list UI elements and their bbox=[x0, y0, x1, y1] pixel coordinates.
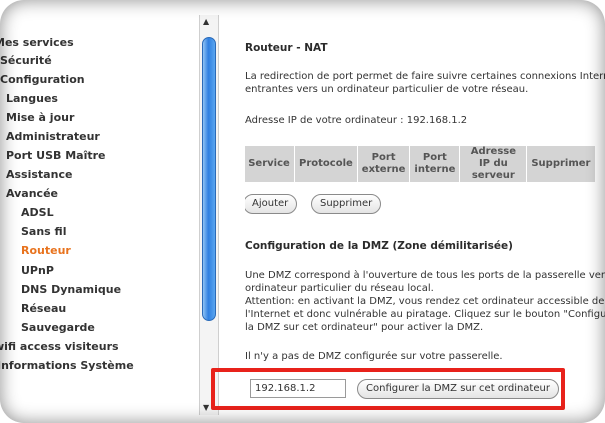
nav-item-routeur[interactable]: Routeur bbox=[21, 244, 71, 257]
nav-item-informations-systeme[interactable]: Informations Système bbox=[0, 359, 134, 372]
dmz-description-line-3: Attention: en activant la DMZ, vous rend… bbox=[245, 296, 605, 307]
nav-item-configuration[interactable]: Configuration bbox=[0, 73, 85, 86]
nav-item-langues[interactable]: Langues bbox=[6, 92, 58, 105]
sidebar-nav: Mes services Sécurité Configuration Lang… bbox=[0, 20, 198, 410]
nav-item-mes-services[interactable]: Mes services bbox=[0, 36, 74, 49]
nav-item-assistance[interactable]: Assistance bbox=[6, 168, 72, 181]
nav-item-wifi-access-visiteurs[interactable]: wifi access visiteurs bbox=[0, 340, 119, 353]
nav-item-upnp[interactable]: UPnP bbox=[21, 264, 54, 277]
nav-item-securite[interactable]: Sécurité bbox=[0, 54, 52, 67]
scroll-down-arrow-icon[interactable]: ▼ bbox=[203, 403, 209, 413]
dmz-description-line-2: ordinateur particulier du réseau local. bbox=[245, 283, 434, 294]
vertical-scrollbar[interactable]: ▲ ▼ bbox=[199, 15, 219, 415]
nat-rules-table: Service Protocole Port externe Port inte… bbox=[245, 145, 596, 183]
main-content: Routeur - NAT La redirection de port per… bbox=[245, 20, 605, 420]
highlight-box bbox=[211, 368, 565, 410]
dmz-description-line-5: la DMZ sur cet ordinateur" pour activer … bbox=[245, 322, 484, 333]
dmz-description-line-1: Une DMZ correspond à l'ouverture de tous… bbox=[245, 270, 605, 281]
add-rule-button[interactable]: Ajouter bbox=[245, 194, 298, 214]
col-header-adresse-ip-serveur: Adresse IP du serveur bbox=[459, 145, 528, 183]
nav-item-dns-dynamique[interactable]: DNS Dynamique bbox=[21, 283, 121, 296]
scroll-up-arrow-icon[interactable]: ▲ bbox=[203, 17, 209, 27]
nat-ip-line: Adresse IP de votre ordinateur : 192.168… bbox=[245, 115, 468, 126]
col-header-port-interne: Port interne bbox=[409, 145, 461, 183]
nav-item-mise-a-jour[interactable]: Mise à jour bbox=[6, 111, 74, 124]
col-header-port-externe: Port externe bbox=[356, 145, 411, 183]
delete-rule-button[interactable]: Supprimer bbox=[311, 194, 382, 214]
nat-title: Routeur - NAT bbox=[245, 42, 328, 54]
nav-item-avancee[interactable]: Avancée bbox=[6, 187, 58, 200]
col-header-supprimer: Supprimer bbox=[526, 145, 596, 183]
dmz-title: Configuration de la DMZ (Zone démilitari… bbox=[245, 240, 513, 252]
nav-item-port-usb-maitre[interactable]: Port USB Maître bbox=[6, 149, 105, 162]
scroll-thumb[interactable] bbox=[202, 37, 216, 321]
nav-item-administrateur[interactable]: Administrateur bbox=[6, 130, 100, 143]
nav-item-adsl[interactable]: ADSL bbox=[21, 206, 54, 219]
dmz-description-line-4: l'Internet et donc vulnérable au piratag… bbox=[245, 309, 605, 320]
col-header-service: Service bbox=[245, 145, 295, 183]
nat-description-line-2: entrantes vers un ordinateur particulier… bbox=[245, 84, 529, 95]
nav-item-reseau[interactable]: Réseau bbox=[21, 302, 66, 315]
col-header-protocole: Protocole bbox=[294, 145, 358, 183]
nat-description-line-1: La redirection de port permet de faire s… bbox=[245, 71, 605, 82]
nav-item-sauvegarde[interactable]: Sauvegarde bbox=[21, 321, 95, 334]
nav-item-sans-fil[interactable]: Sans fil bbox=[21, 225, 66, 238]
dmz-status: Il n'y a pas de DMZ configurée sur votre… bbox=[245, 351, 503, 362]
